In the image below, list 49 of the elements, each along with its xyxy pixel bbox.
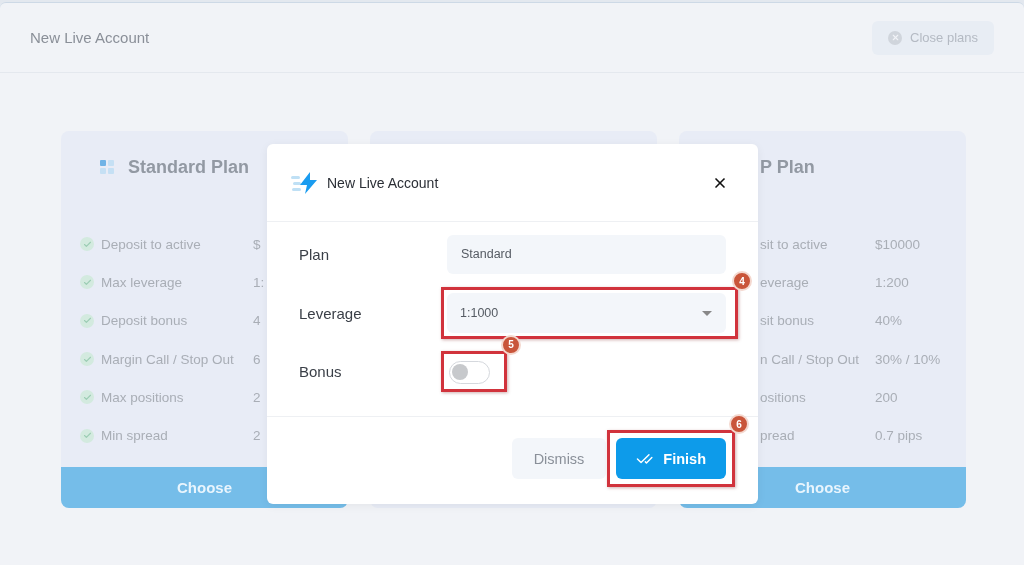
feature-label: pread (760, 428, 796, 444)
check-icon (80, 237, 94, 252)
check-icon (80, 313, 94, 328)
feature-label: everage (760, 274, 810, 290)
field-label: Bonus (299, 362, 343, 380)
plan-field[interactable]: Standard (447, 234, 726, 274)
feature-value: 1: (253, 274, 265, 290)
close-icon (888, 30, 903, 45)
feature-label: Max positions (101, 389, 185, 405)
feature-label: ositions (760, 389, 807, 405)
plan-title: Standard Plan (128, 156, 250, 178)
feature-label: Min spread (101, 428, 169, 444)
caret-icon (702, 310, 712, 316)
feature-value: 6 (253, 351, 261, 367)
feature-label: Margin Call / Stop Out (101, 351, 235, 367)
feature-value: 2 (253, 389, 261, 405)
check-icon (80, 390, 94, 405)
step-badge: 5 (501, 334, 521, 355)
plan-title: P Plan (760, 156, 815, 178)
feature-label: sit bonus (760, 313, 816, 329)
feature-value: $10000 (875, 236, 921, 252)
step-badge: 4 (732, 271, 752, 291)
feature-value: 40% (875, 313, 903, 329)
field-label: Plan (299, 245, 331, 263)
grid-icon (100, 160, 114, 174)
feature-label: Deposit to active (101, 236, 202, 252)
check-icon (80, 275, 94, 290)
dialog-title: New Live Account (327, 174, 439, 191)
feature-value: 1:200 (875, 274, 909, 290)
field-label: Leverage (299, 304, 363, 322)
feature-label: n Call / Stop Out (760, 351, 861, 367)
leverage-select[interactable]: 1:1000 (447, 293, 726, 333)
step-badge: 6 (729, 414, 749, 434)
feature-label: Deposit bonus (101, 313, 189, 329)
feature-label: Max leverage (101, 274, 184, 290)
dismiss-button[interactable]: Dismiss (512, 438, 606, 479)
feature-value: 30% / 10% (875, 351, 941, 367)
feature-value: 4 (253, 313, 261, 329)
feature-value: $ (253, 236, 261, 252)
check-icon (80, 352, 94, 367)
page-title: New Live Account (30, 29, 150, 46)
finish-button[interactable]: Finish (616, 438, 726, 479)
lightning-icon (291, 171, 319, 194)
check-icon (80, 428, 94, 443)
feature-value: 0.7 pips (875, 428, 923, 444)
feature-label: sit to active (760, 236, 829, 252)
bonus-toggle[interactable] (449, 360, 490, 384)
feature-value: 200 (875, 389, 898, 405)
feature-value: 2 (253, 428, 261, 444)
